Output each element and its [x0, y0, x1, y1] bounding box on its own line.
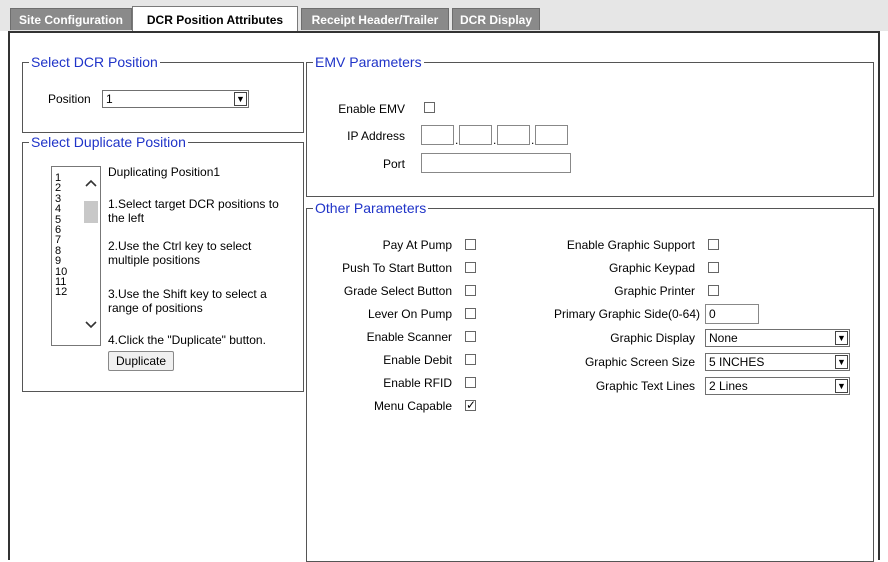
chevron-down-icon: ▼: [835, 355, 848, 369]
primary-graphic-side-label: Primary Graphic Side(0-64): [553, 307, 700, 321]
ip-segment-2[interactable]: [459, 125, 492, 145]
grade-select-button-label: Grade Select Button: [343, 284, 452, 298]
instruction-4: 4.Click the "Duplicate" button.: [108, 333, 266, 347]
ip-address-field: . . .: [421, 125, 568, 147]
graphic-display-label: Graphic Display: [610, 331, 695, 345]
instruction-3: 3.Use the Shift key to select a range of…: [108, 287, 267, 315]
pay-at-pump-checkbox[interactable]: [465, 239, 476, 250]
tab-dcr-display[interactable]: DCR Display: [452, 8, 540, 30]
enable-graphic-support-checkbox[interactable]: [708, 239, 719, 250]
primary-graphic-side-input[interactable]: 0: [705, 304, 759, 324]
instruction-2: 2.Use the Ctrl key to select multiple po…: [108, 239, 252, 267]
ip-dot: .: [531, 133, 535, 147]
tab-site-configuration[interactable]: Site Configuration: [10, 8, 132, 30]
enable-rfid-label: Enable RFID: [383, 376, 452, 390]
graphic-printer-label: Graphic Printer: [614, 284, 695, 298]
select-dcr-position-legend: Select DCR Position: [31, 54, 158, 70]
graphic-display-value: None: [709, 331, 738, 345]
graphic-display-select[interactable]: None ▼: [705, 329, 850, 347]
select-duplicate-position-legend: Select Duplicate Position: [31, 134, 186, 150]
menu-capable-label: Menu Capable: [373, 399, 452, 413]
enable-emv-checkbox[interactable]: [424, 102, 435, 113]
duplicate-button[interactable]: Duplicate: [108, 351, 174, 371]
duplicating-heading: Duplicating Position1: [108, 165, 221, 179]
enable-scanner-label: Enable Scanner: [366, 330, 452, 344]
emv-parameters-legend: EMV Parameters: [315, 54, 422, 70]
ip-segment-3[interactable]: [497, 125, 530, 145]
scrollbar-thumb[interactable]: [84, 201, 98, 223]
ip-segment-1[interactable]: [421, 125, 454, 145]
tab-dcr-position-attributes[interactable]: DCR Position Attributes: [132, 6, 298, 32]
graphic-screen-size-select[interactable]: 5 INCHES ▼: [705, 353, 850, 371]
instruction-1: 1.Select target DCR positions to the lef…: [108, 197, 279, 225]
port-label: Port: [382, 157, 405, 171]
graphic-text-lines-select[interactable]: 2 Lines ▼: [705, 377, 850, 395]
graphic-keypad-label: Graphic Keypad: [608, 261, 695, 275]
tab-content-panel: Select DCR Position Position 1 ▼ Select …: [8, 31, 880, 562]
enable-debit-label: Enable Debit: [383, 353, 452, 367]
tab-strip: Site Configuration DCR Position Attribut…: [0, 0, 888, 32]
graphic-text-lines-value: 2 Lines: [709, 379, 748, 393]
chevron-down-icon[interactable]: [84, 319, 98, 333]
pay-at-pump-label: Pay At Pump: [382, 238, 452, 252]
graphic-screen-size-value: 5 INCHES: [709, 355, 765, 369]
duplicate-position-listbox[interactable]: 1 2 3 4 5 6 7 8 9 10 11 12: [51, 166, 101, 346]
graphic-screen-size-label: Graphic Screen Size: [584, 355, 695, 369]
other-parameters-legend: Other Parameters: [315, 200, 427, 216]
ip-dot: .: [455, 133, 459, 147]
graphic-printer-checkbox[interactable]: [708, 285, 719, 296]
menu-capable-checkbox[interactable]: [465, 398, 476, 412]
grade-select-button-checkbox[interactable]: [465, 285, 476, 296]
push-to-start-button-label: Push To Start Button: [342, 261, 452, 275]
listbox-scrollbar[interactable]: [82, 167, 100, 345]
chevron-down-icon: ▼: [234, 92, 247, 106]
chevron-up-icon[interactable]: [84, 177, 98, 191]
chevron-down-icon: ▼: [835, 331, 848, 345]
enable-rfid-checkbox[interactable]: [465, 377, 476, 388]
emv-parameters-group: EMV Parameters: [306, 55, 874, 197]
enable-emv-label: Enable EMV: [338, 102, 405, 116]
graphic-text-lines-label: Graphic Text Lines: [595, 379, 695, 393]
enable-scanner-checkbox[interactable]: [465, 331, 476, 342]
position-select-value: 1: [106, 92, 113, 106]
port-input[interactable]: [421, 153, 571, 173]
push-to-start-button-checkbox[interactable]: [465, 262, 476, 273]
position-label: Position: [48, 92, 91, 106]
chevron-down-icon: ▼: [835, 379, 848, 393]
ip-dot: .: [493, 133, 497, 147]
lever-on-pump-label: Lever On Pump: [367, 307, 452, 321]
enable-graphic-support-label: Enable Graphic Support: [566, 238, 695, 252]
ip-address-label: IP Address: [347, 129, 405, 143]
graphic-keypad-checkbox[interactable]: [708, 262, 719, 273]
lever-on-pump-checkbox[interactable]: [465, 308, 476, 319]
enable-debit-checkbox[interactable]: [465, 354, 476, 365]
position-select[interactable]: 1 ▼: [102, 90, 249, 108]
ip-segment-4[interactable]: [535, 125, 568, 145]
tab-receipt-header-trailer[interactable]: Receipt Header/Trailer: [301, 8, 449, 30]
